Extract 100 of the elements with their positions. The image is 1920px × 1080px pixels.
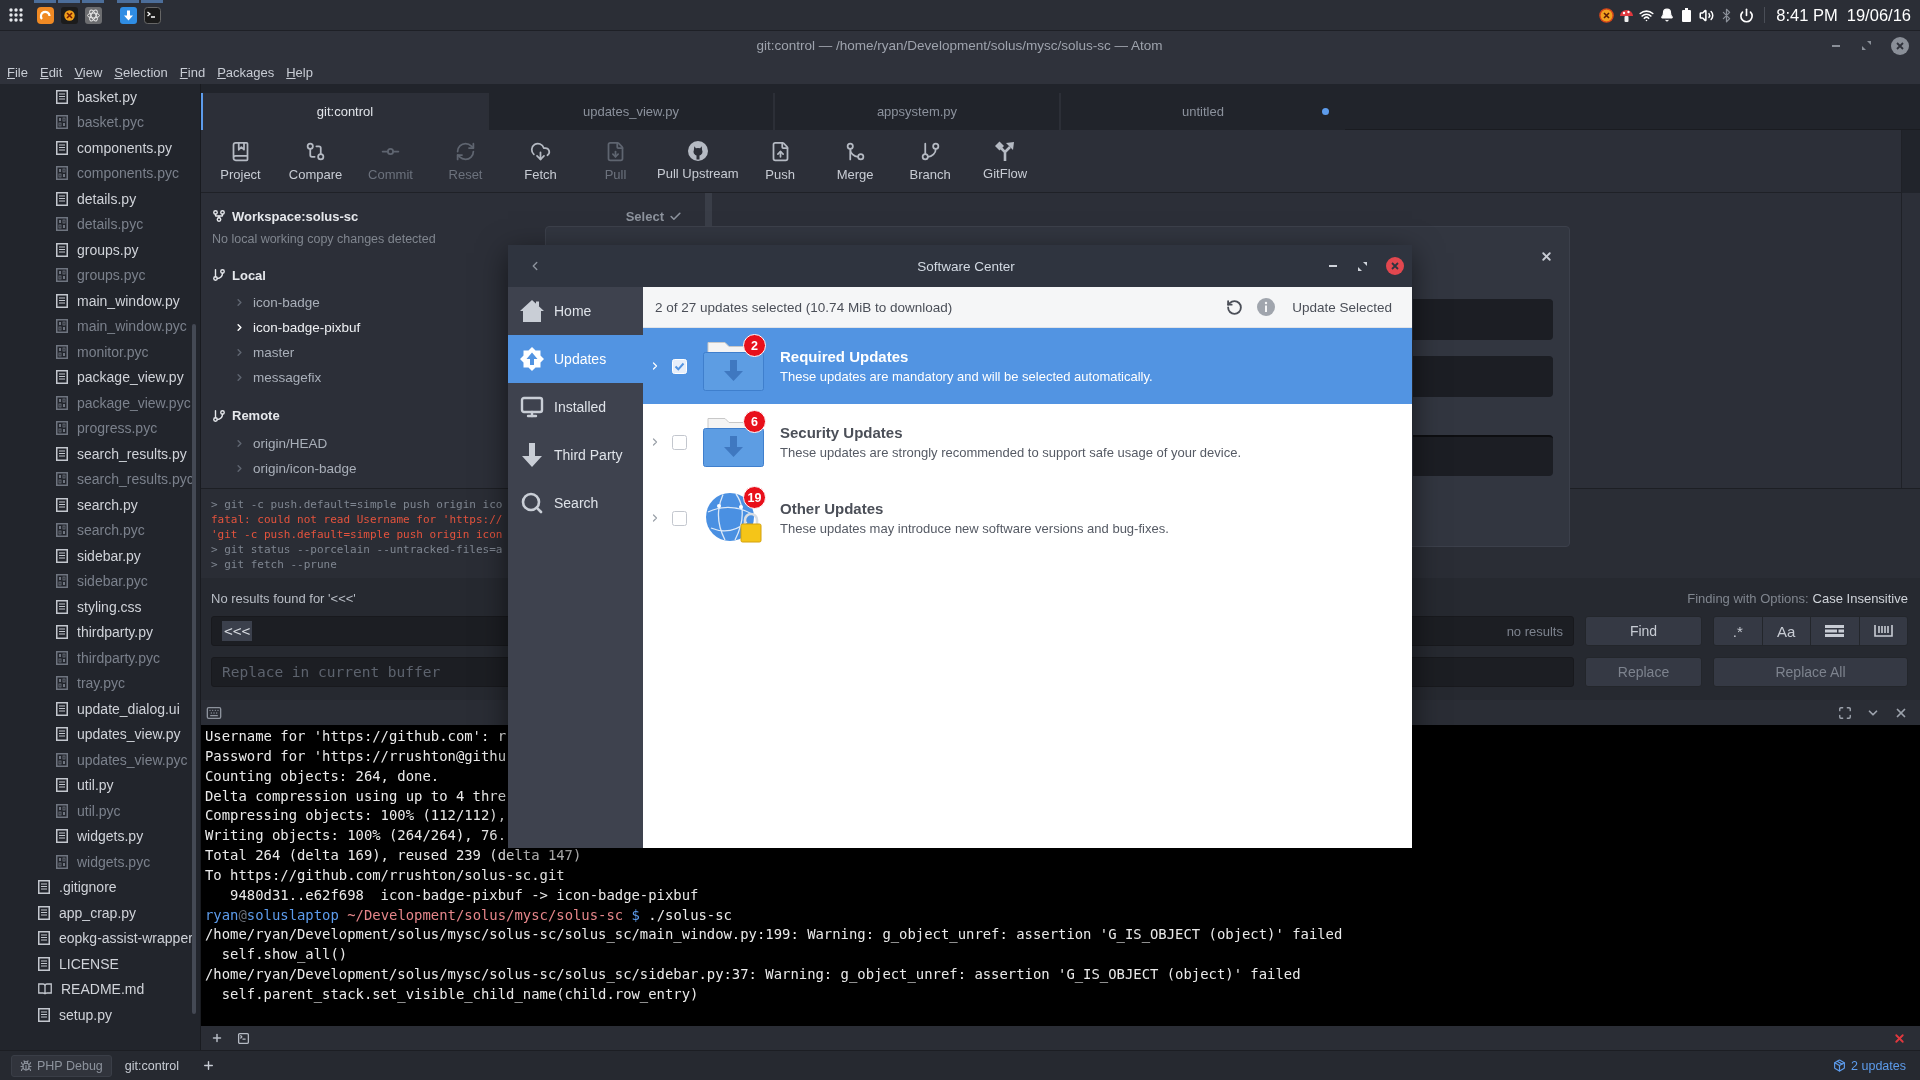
menu-item[interactable]: Selection <box>108 60 174 84</box>
tree-item[interactable]: main_window.py <box>0 288 200 314</box>
menu-item[interactable]: File <box>1 60 34 84</box>
branch-item[interactable]: origin/icon-badge <box>212 455 357 481</box>
tree-item[interactable]: widgets.pyc <box>0 849 200 875</box>
tray-button[interactable] <box>1639 7 1655 23</box>
tray-button[interactable] <box>1659 7 1675 23</box>
find-button[interactable]: Find <box>1585 616 1702 646</box>
sidebar-item[interactable]: Home <box>508 287 643 335</box>
scrollbar[interactable] <box>192 324 196 1014</box>
tree-item[interactable]: util.pyc <box>0 798 200 824</box>
checkbox[interactable] <box>672 510 687 526</box>
option-toggle[interactable]: Aa <box>1761 617 1810 645</box>
branch-item[interactable]: master <box>212 340 295 365</box>
tree-item[interactable]: setup.py <box>0 1002 200 1028</box>
tree-item[interactable]: search_results.py <box>0 441 200 467</box>
tree-item[interactable]: search.py <box>0 492 200 518</box>
update-selected-button[interactable]: Update Selected <box>1284 293 1400 321</box>
tree-item[interactable]: progress.pyc <box>0 415 200 441</box>
editor-tab[interactable]: git:control <box>201 93 487 130</box>
tree-item[interactable]: .gitignore <box>0 874 200 900</box>
menu-item[interactable]: Help <box>280 60 319 84</box>
branch-item[interactable]: messagefix <box>212 365 322 390</box>
option-toggle[interactable] <box>1810 617 1859 645</box>
tree-item[interactable]: components.py <box>0 135 200 161</box>
tree-item[interactable]: monitor.pyc <box>0 339 200 365</box>
tree-item[interactable]: LICENSE <box>0 951 200 977</box>
tree-item[interactable]: widgets.py <box>0 823 200 849</box>
app-menu-button[interactable] <box>9 8 23 22</box>
tree-item[interactable]: package_view.pyc <box>0 390 200 416</box>
tree-item[interactable]: details.pyc <box>0 211 200 237</box>
terminal-button[interactable] <box>237 1031 250 1045</box>
keyboard-button[interactable] <box>206 704 222 721</box>
tree-item[interactable]: eopkg-assist-wrapper <box>0 925 200 951</box>
editor-tab[interactable]: appsystem.py <box>773 93 1059 130</box>
input-field[interactable] <box>1413 299 1553 340</box>
close-button[interactable] <box>1893 1031 1906 1045</box>
menu-item[interactable]: Find <box>173 60 212 84</box>
tray-button[interactable] <box>1599 7 1615 23</box>
update-category-row[interactable]: 2 Required Updates These updates are mandatory and will be selected automatically. <box>643 328 1412 404</box>
toolbar-button[interactable]: Merge <box>817 130 893 192</box>
tree-item[interactable]: basket.py <box>0 84 200 110</box>
maximize-button[interactable] <box>1838 705 1852 720</box>
sidebar-item[interactable]: Search <box>508 479 643 527</box>
editor-tab[interactable]: updates_view.py <box>487 93 773 130</box>
select-button[interactable]: Select <box>625 208 682 224</box>
sidebar-item[interactable]: Third Party <box>508 431 643 479</box>
option-toggle[interactable] <box>1858 617 1907 645</box>
tree-item[interactable]: main_window.pyc <box>0 313 200 339</box>
editor-tab[interactable]: untitled <box>1059 93 1345 130</box>
tree-item[interactable]: updates_view.py <box>0 721 200 747</box>
updates-link[interactable]: 2 updates <box>1829 1054 1910 1077</box>
tree-item[interactable]: README.md <box>0 976 200 1002</box>
tree-item[interactable]: app_crap.py <box>0 900 200 926</box>
tree-item[interactable]: search.pyc <box>0 517 200 543</box>
tray-button[interactable] <box>1619 7 1635 23</box>
menu-item[interactable]: Edit <box>33 60 69 84</box>
toolbar-button[interactable]: Push <box>742 130 818 192</box>
toolbar-button[interactable]: Fetch <box>503 130 578 192</box>
tree-item[interactable]: thirdparty.pyc <box>0 645 200 671</box>
branch-item[interactable]: icon-badge-pixbuf <box>212 315 361 340</box>
tree-item[interactable]: styling.css <box>0 594 200 620</box>
terminal-tab[interactable]: git:control <box>120 1054 183 1077</box>
branch-item[interactable]: origin/HEAD <box>212 430 328 456</box>
input-field[interactable] <box>1413 435 1553 476</box>
menu-item[interactable]: View <box>68 60 109 84</box>
add-terminal-button[interactable] <box>202 1059 215 1072</box>
tray-button[interactable] <box>1699 7 1715 23</box>
tree-item[interactable]: basket.pyc <box>0 109 200 135</box>
clock-time[interactable]: 8:41 PM <box>1776 5 1838 25</box>
close-button[interactable] <box>1540 249 1553 263</box>
tree-item[interactable]: details.py <box>0 186 200 212</box>
toolbar-button[interactable]: Project <box>203 130 278 192</box>
toolbar-button[interactable]: GitFlow <box>967 130 1043 192</box>
clock-date[interactable]: 19/06/16 <box>1846 5 1911 25</box>
tree-item[interactable]: groups.py <box>0 237 200 263</box>
checkbox[interactable] <box>672 434 687 450</box>
option-toggle[interactable]: .* <box>1714 617 1762 645</box>
close-button[interactable] <box>1386 257 1404 275</box>
close-button[interactable] <box>1891 36 1909 55</box>
refresh-button[interactable] <box>1226 298 1244 316</box>
tree-item[interactable]: sidebar.pyc <box>0 568 200 594</box>
toolbar-button[interactable]: Pull Upstream <box>653 130 743 192</box>
sidebar-item[interactable]: Installed <box>508 383 643 431</box>
menu-item[interactable]: Packages <box>211 60 281 84</box>
input-field[interactable] <box>1413 356 1553 397</box>
tree-item[interactable]: updates_view.pyc <box>0 747 200 773</box>
tray-button[interactable] <box>1739 7 1755 23</box>
tree-item[interactable]: sidebar.py <box>0 543 200 569</box>
debug-button[interactable]: PHP Debug <box>11 1054 112 1077</box>
branch-item[interactable]: icon-badge <box>212 290 320 315</box>
toolbar-button[interactable]: Branch <box>892 130 968 192</box>
toolbar-button[interactable]: Compare <box>278 130 353 192</box>
tree-item[interactable]: util.py <box>0 772 200 798</box>
new-terminal-button[interactable] <box>211 1032 223 1044</box>
tree-item[interactable]: groups.pyc <box>0 262 200 288</box>
tree-item[interactable]: update_dialog.ui <box>0 696 200 722</box>
tree-item[interactable]: search_results.pyc <box>0 466 200 492</box>
tree-item[interactable]: package_view.py <box>0 364 200 390</box>
tree-item[interactable]: thirdparty.py <box>0 619 200 645</box>
